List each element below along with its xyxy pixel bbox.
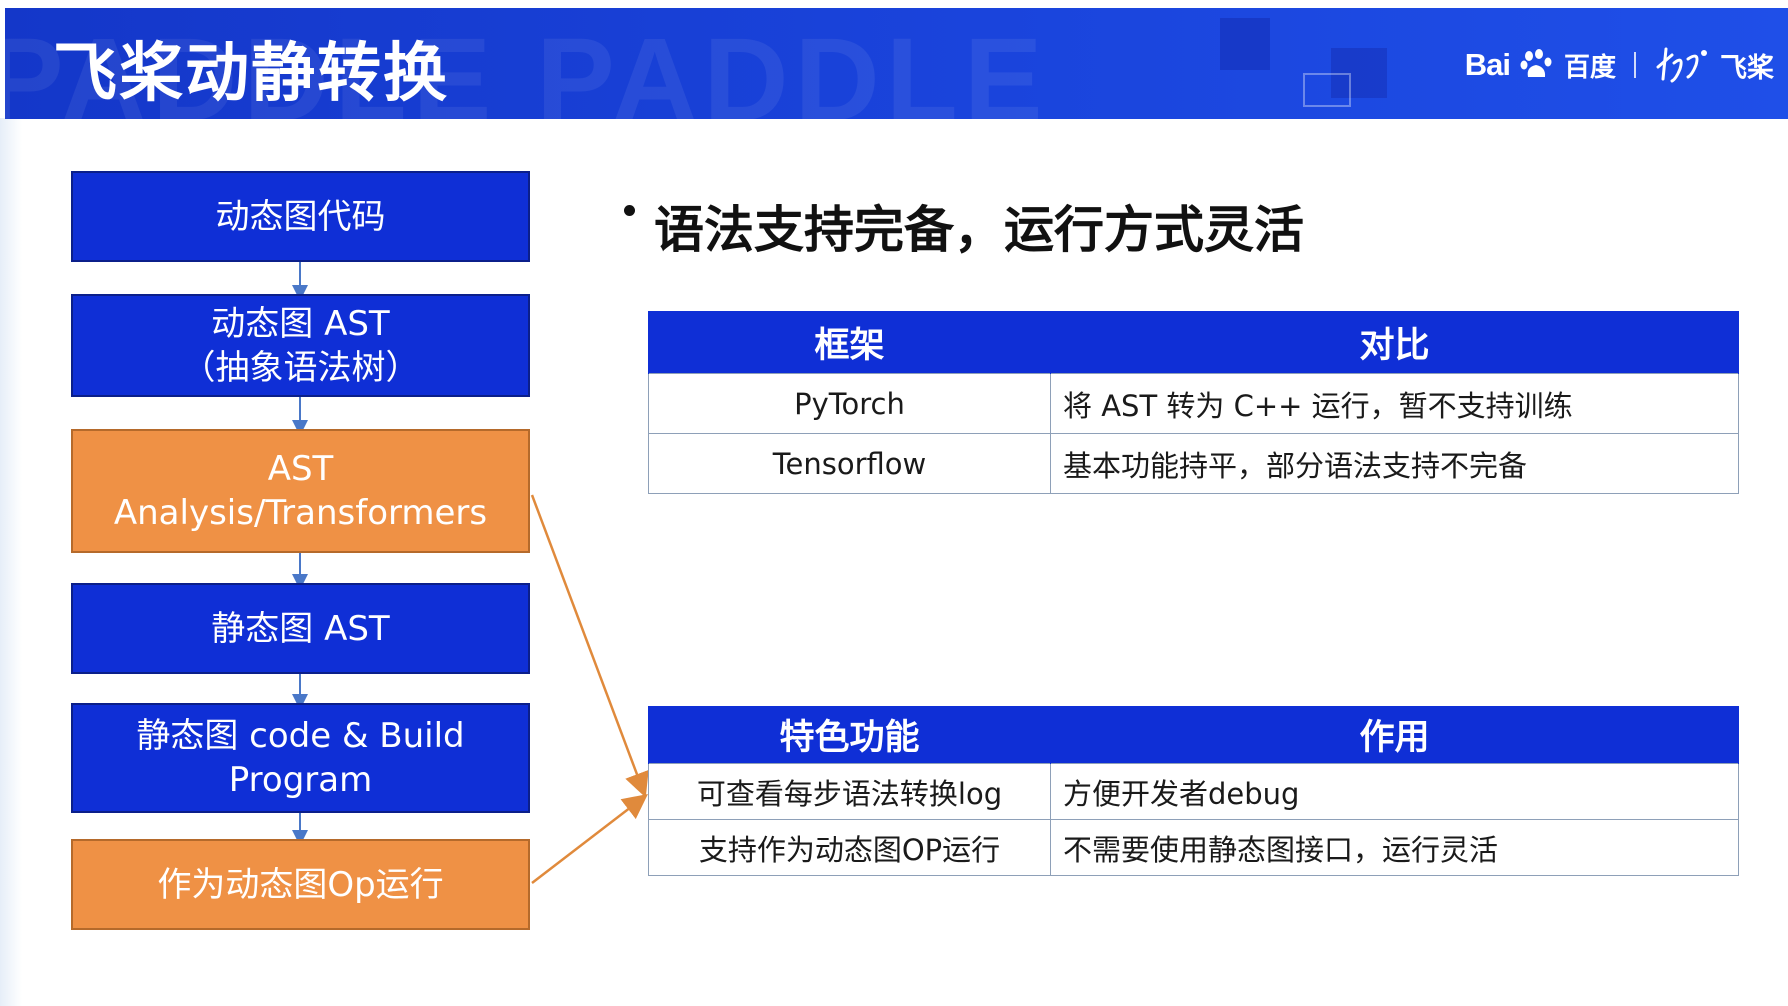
flow-box-label: 动态图 AST bbox=[211, 303, 390, 344]
table-header-cell: 特色功能 bbox=[648, 706, 1051, 764]
table-row: PyTorch 将 AST 转为 C++ 运行，暂不支持训练 bbox=[648, 373, 1739, 434]
table-row: 可查看每步语法转换log 方便开发者debug bbox=[648, 763, 1739, 820]
table-cell: 可查看每步语法转换log bbox=[648, 763, 1051, 820]
table-cell: PyTorch bbox=[648, 373, 1051, 434]
slide: PADDLE PADDLE 飞桨动静转换 Bai 百度 飞桨 动态图代码 动态图… bbox=[0, 0, 1788, 1006]
table-row: 支持作为动态图OP运行 不需要使用静态图接口，运行灵活 bbox=[648, 819, 1739, 876]
table-header-row: 特色功能 作用 bbox=[648, 706, 1739, 764]
flow-box-dynamic-code: 动态图代码 bbox=[71, 171, 530, 262]
table-cell: 不需要使用静态图接口，运行灵活 bbox=[1050, 819, 1739, 876]
table-cell: 基本功能持平，部分语法支持不完备 bbox=[1050, 433, 1739, 494]
table-header-cell: 对比 bbox=[1050, 311, 1739, 374]
flow-box-label: 静态图 code & Build bbox=[136, 716, 465, 756]
orange-arrow-connector bbox=[531, 793, 648, 884]
framework-comparison-table: 框架 对比 PyTorch 将 AST 转为 C++ 运行，暂不支持训练 Ten… bbox=[648, 311, 1739, 494]
flow-box-label: AST bbox=[267, 449, 334, 489]
bullet-heading: 语法支持完备，运行方式灵活 bbox=[654, 201, 1304, 259]
flow-box-dynamic-op: 作为动态图Op运行 bbox=[71, 839, 530, 930]
table-row: Tensorflow 基本功能持平，部分语法支持不完备 bbox=[648, 433, 1739, 494]
bullet-dot bbox=[624, 205, 635, 216]
flow-box-static-code: 静态图 code & Build Program bbox=[71, 703, 530, 813]
flow-box-label: （抽象语法树） bbox=[181, 347, 420, 388]
flow-box-label: 静态图 AST bbox=[211, 608, 390, 649]
table-header-cell: 框架 bbox=[648, 311, 1051, 374]
flow-box-label: 动态图代码 bbox=[215, 196, 386, 237]
features-table: 特色功能 作用 可查看每步语法转换log 方便开发者debug 支持作为动态图O… bbox=[648, 706, 1739, 876]
orange-arrow-connector bbox=[530, 494, 649, 798]
flow-box-dynamic-ast: 动态图 AST （抽象语法树） bbox=[71, 294, 530, 397]
table-header-row: 框架 对比 bbox=[648, 311, 1739, 374]
table-cell: 支持作为动态图OP运行 bbox=[648, 819, 1051, 876]
table-cell: 方便开发者debug bbox=[1050, 763, 1739, 820]
flow-box-static-ast: 静态图 AST bbox=[71, 583, 530, 674]
table-cell: Tensorflow bbox=[648, 433, 1051, 494]
flow-box-label: Analysis/Transformers bbox=[113, 493, 488, 533]
table-cell: 将 AST 转为 C++ 运行，暂不支持训练 bbox=[1050, 373, 1739, 434]
flow-box-label: 作为动态图Op运行 bbox=[157, 864, 444, 905]
flow-box-ast-analysis: AST Analysis/Transformers bbox=[71, 429, 530, 553]
flow-box-label: Program bbox=[228, 760, 373, 800]
table-header-cell: 作用 bbox=[1050, 706, 1739, 764]
